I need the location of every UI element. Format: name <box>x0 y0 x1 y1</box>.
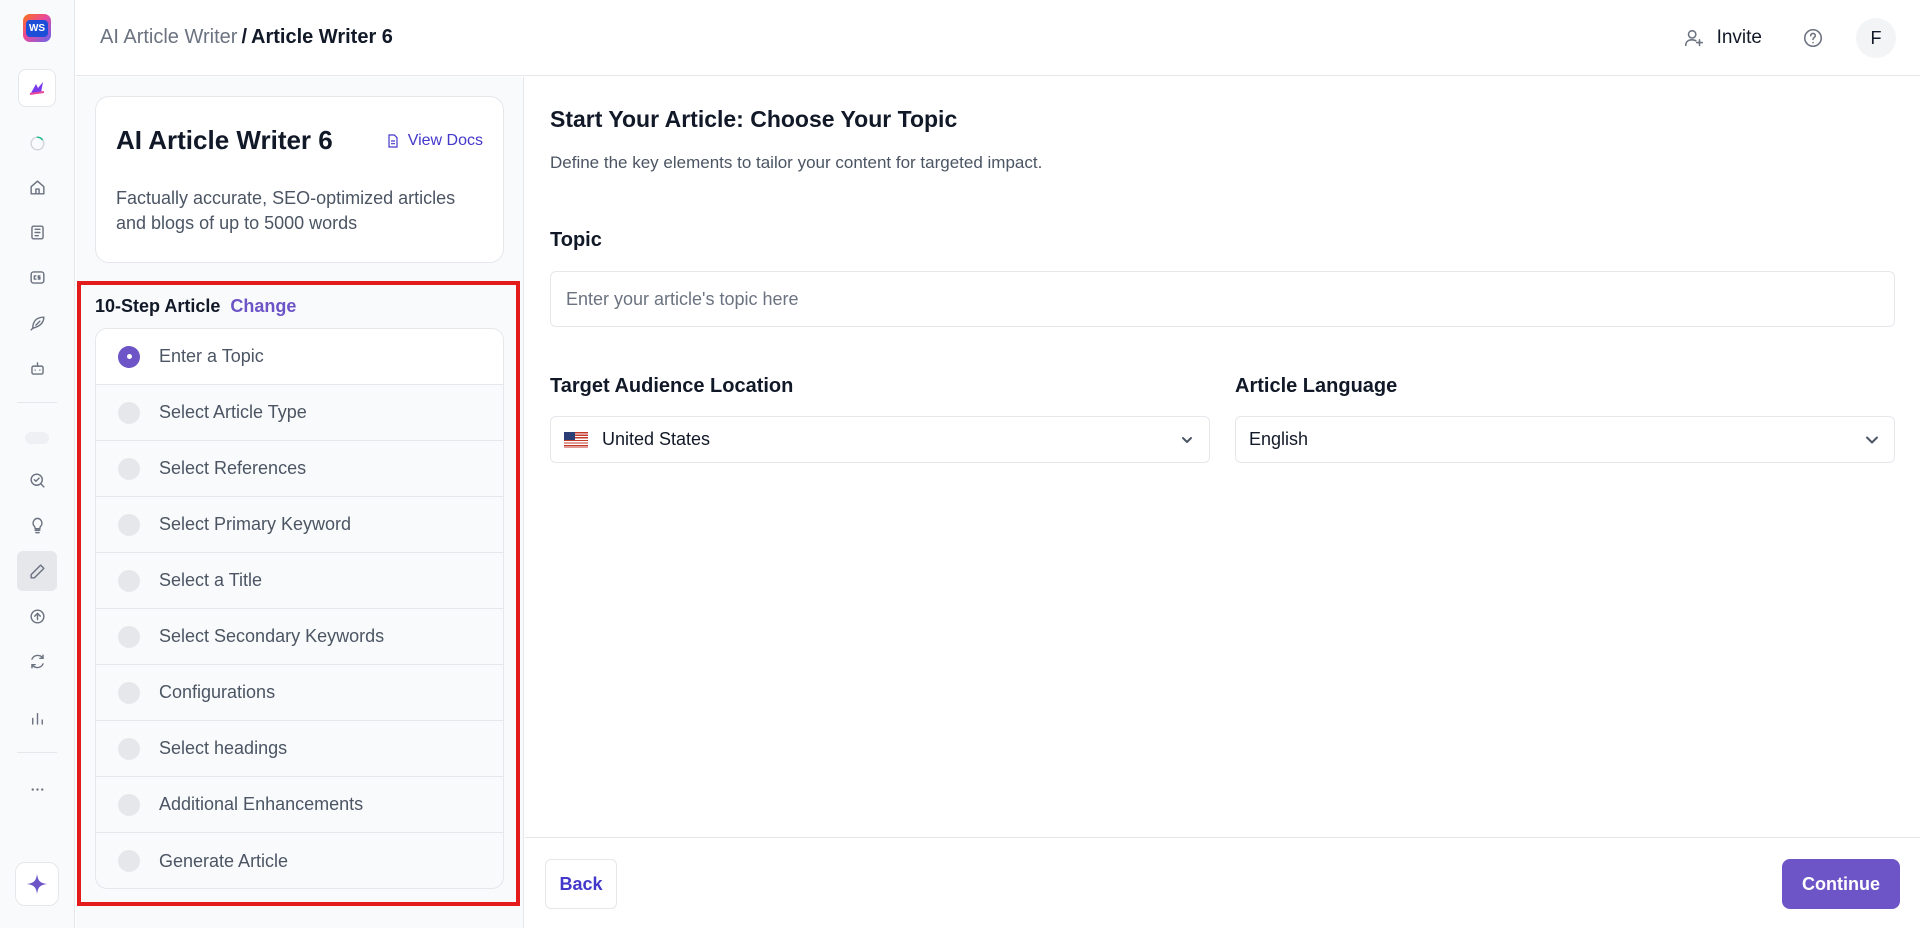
logo-text: WS <box>25 19 49 37</box>
step-label: Select References <box>159 458 307 478</box>
document-icon <box>388 134 398 148</box>
steps-panel: AI Article Writer 6 View Docs Factually … <box>76 77 524 928</box>
workspace-icon <box>29 82 45 95</box>
step-item[interactable]: Additional Enhancements <box>96 777 503 833</box>
step-pending-icon <box>118 513 140 536</box>
us-flag-icon <box>564 431 588 448</box>
search-check-icon[interactable] <box>22 465 52 495</box>
rail-divider <box>17 402 57 403</box>
step-pending-icon <box>118 457 140 480</box>
step-label: Enter a Topic <box>159 346 264 366</box>
app-logo[interactable]: WS <box>23 14 51 42</box>
step-pending-icon <box>118 681 140 704</box>
bar-chart-icon[interactable] <box>22 703 52 733</box>
sparkle-icon <box>27 874 47 894</box>
page-subtitle: Define the key elements to tailor your c… <box>550 153 1043 172</box>
breadcrumb-root[interactable]: AI Article Writer <box>100 26 237 48</box>
continue-button[interactable]: Continue <box>1782 859 1900 909</box>
step-label: Select headings <box>159 738 288 758</box>
pencil-icon[interactable] <box>17 551 57 591</box>
home-icon[interactable] <box>22 172 52 202</box>
icon-rail: WS <box>0 0 75 928</box>
topic-input[interactable] <box>550 271 1895 327</box>
step-item[interactable]: Select Article Type <box>96 385 503 441</box>
location-value: United States <box>602 429 711 449</box>
chevron-down-icon <box>1866 436 1878 444</box>
cs-icon[interactable] <box>22 262 52 292</box>
workspace-switcher[interactable] <box>18 69 56 107</box>
main-content: Start Your Article: Choose Your Topic De… <box>525 77 1920 837</box>
chevron-down-icon <box>1182 437 1192 443</box>
rail-divider-2 <box>17 752 57 753</box>
step-pending-icon <box>118 793 140 816</box>
bot-icon[interactable] <box>22 353 52 383</box>
tool-description: Factually accurate, SEO-optimized articl… <box>116 188 456 233</box>
loading-icon <box>22 128 52 158</box>
step-label: Generate Article <box>159 850 289 871</box>
step-label: Additional Enhancements <box>159 794 364 814</box>
add-user-icon <box>1684 29 1703 47</box>
language-label: Article Language <box>1235 375 1398 397</box>
page-title: Start Your Article: Choose Your Topic <box>550 106 958 132</box>
top-bar: AI Article Writer / Article Writer 6 Invit… <box>76 0 1920 76</box>
more-icon[interactable] <box>22 774 52 804</box>
steps-label: 10-Step Article <box>95 296 221 316</box>
step-current-icon <box>118 345 140 368</box>
step-pending-icon <box>118 569 140 592</box>
steps-list: Enter a Topic Select Article Type Select R… <box>95 328 504 889</box>
articles-icon[interactable] <box>22 217 52 247</box>
upload-icon[interactable] <box>22 601 52 631</box>
feather-icon[interactable] <box>22 308 52 338</box>
view-docs-label: View Docs <box>407 132 483 149</box>
breadcrumb-separator: / <box>241 26 247 48</box>
invite-label: Invite <box>1716 27 1762 48</box>
change-steps-link[interactable]: Change <box>230 296 296 317</box>
topic-label: Topic <box>550 229 602 251</box>
breadcrumb-current: Article Writer 6 <box>251 26 393 48</box>
step-label: Select Primary Keyword <box>159 514 352 534</box>
step-pending-icon <box>118 625 140 648</box>
step-item[interactable]: Generate Article <box>96 833 503 888</box>
back-button[interactable]: Back <box>545 859 617 909</box>
sparkle-button[interactable] <box>15 862 59 906</box>
step-item[interactable]: Select a Title <box>96 553 503 609</box>
step-item[interactable]: Enter a Topic <box>96 329 503 385</box>
top-actions: Invite F <box>1683 18 1896 58</box>
step-item[interactable]: Configurations <box>96 665 503 721</box>
help-icon <box>1803 28 1823 48</box>
refresh-icon[interactable] <box>22 646 52 676</box>
step-pending-icon <box>118 850 140 872</box>
step-label: Configurations <box>159 682 276 702</box>
step-pending-icon <box>118 737 140 760</box>
help-button[interactable] <box>1798 23 1828 53</box>
footer-bar: Back Continue <box>525 837 1920 928</box>
invite-button[interactable]: Invite <box>1683 27 1762 49</box>
steps-header: 10-Step Article Change <box>95 296 296 317</box>
location-select[interactable]: United States <box>550 416 1210 463</box>
step-pending-icon <box>118 401 140 424</box>
rail-placeholder <box>25 432 49 444</box>
tool-card: AI Article Writer 6 View Docs Factually … <box>95 96 504 263</box>
step-item[interactable]: Select Secondary Keywords <box>96 609 503 665</box>
avatar[interactable]: F <box>1856 18 1896 58</box>
tool-title: AI Article Writer 6 <box>116 125 333 155</box>
location-label: Target Audience Location <box>550 375 794 397</box>
step-item[interactable]: Select Primary Keyword <box>96 497 503 553</box>
step-label: Select Secondary Keywords <box>159 626 385 646</box>
lightbulb-icon[interactable] <box>22 510 52 540</box>
view-docs-link[interactable]: View Docs <box>385 132 483 150</box>
step-item[interactable]: Select headings <box>96 721 503 777</box>
step-label: Select a Title <box>159 570 263 590</box>
breadcrumb: AI Article Writer / Article Writer 6 <box>100 26 393 49</box>
language-select[interactable]: English <box>1235 416 1895 463</box>
step-label: Select Article Type <box>159 402 307 422</box>
language-value: English <box>1249 429 1309 449</box>
step-item[interactable]: Select References <box>96 441 503 497</box>
